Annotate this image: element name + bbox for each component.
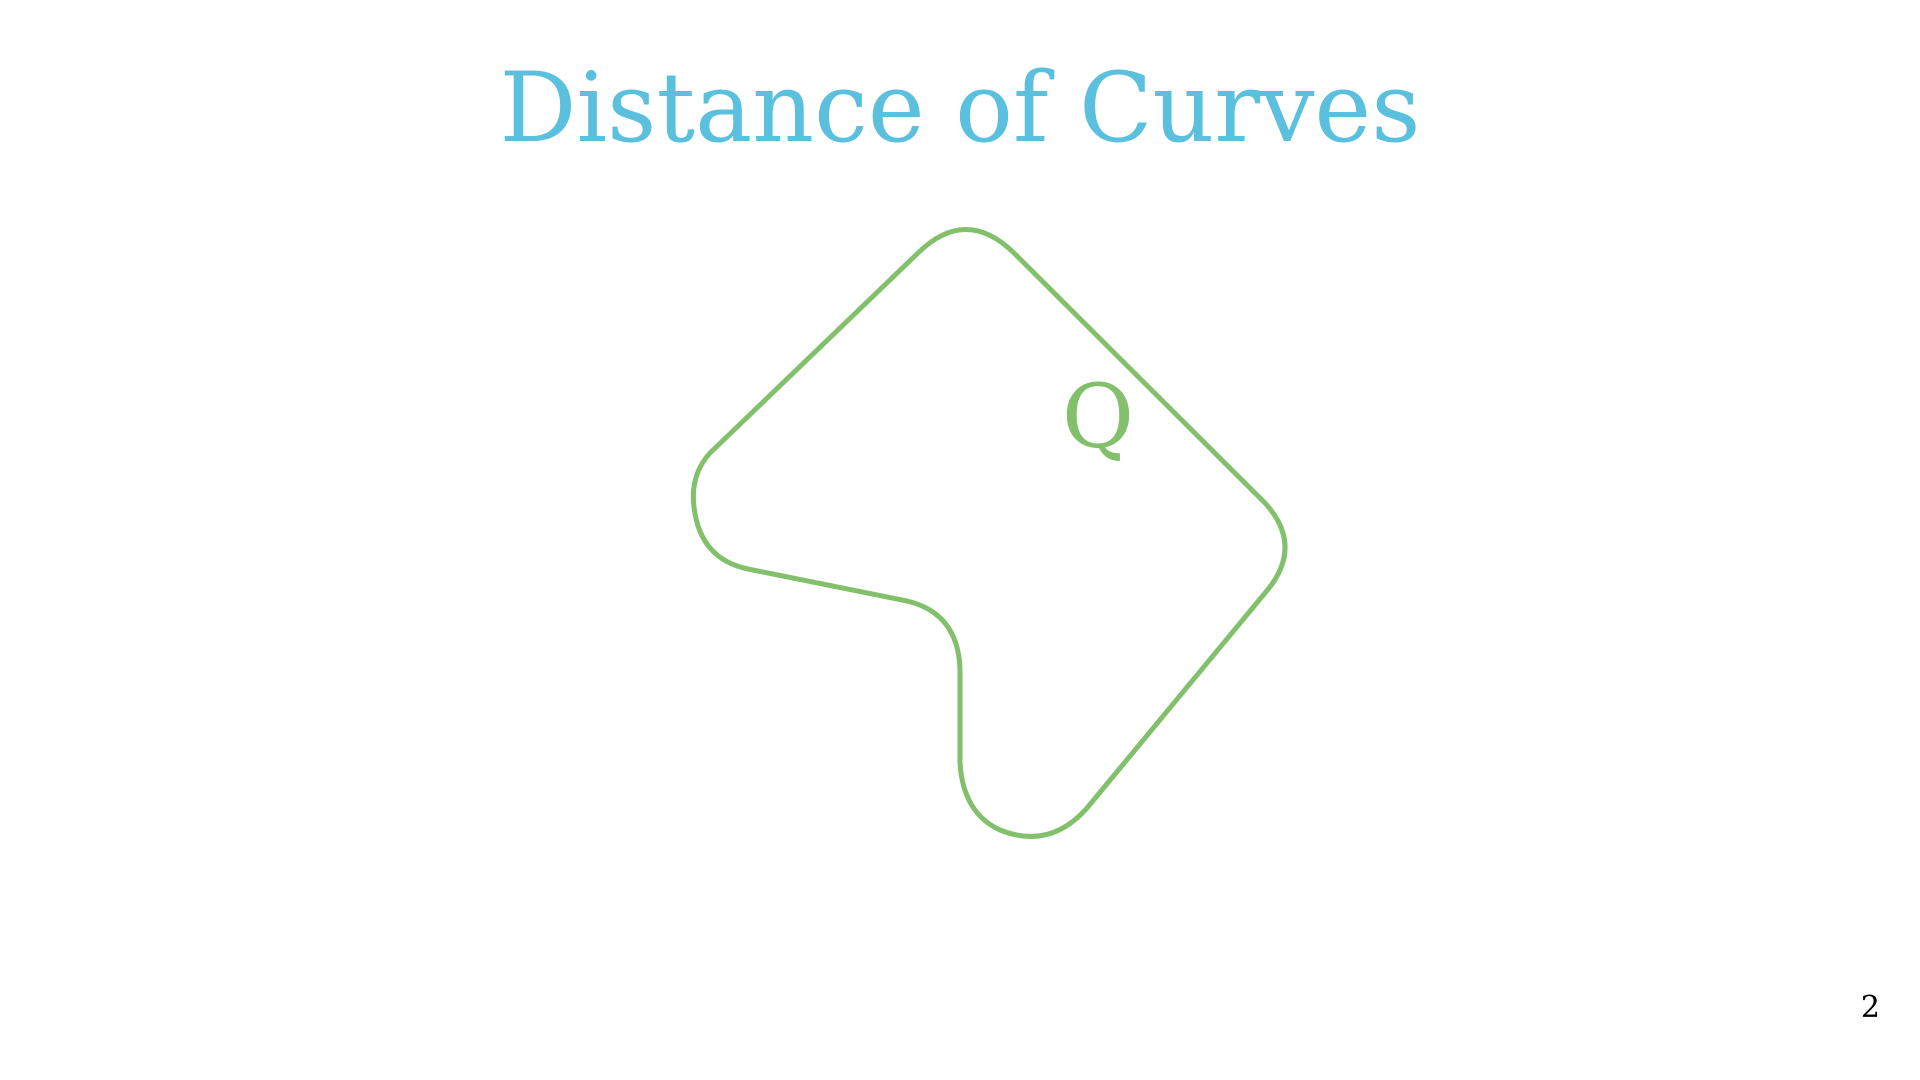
page-number: 2 [1860,990,1880,1025]
curve-q-label: Q [1062,365,1134,468]
curve-q-shape [690,227,1288,839]
curve-diagram: Q [690,227,1288,839]
